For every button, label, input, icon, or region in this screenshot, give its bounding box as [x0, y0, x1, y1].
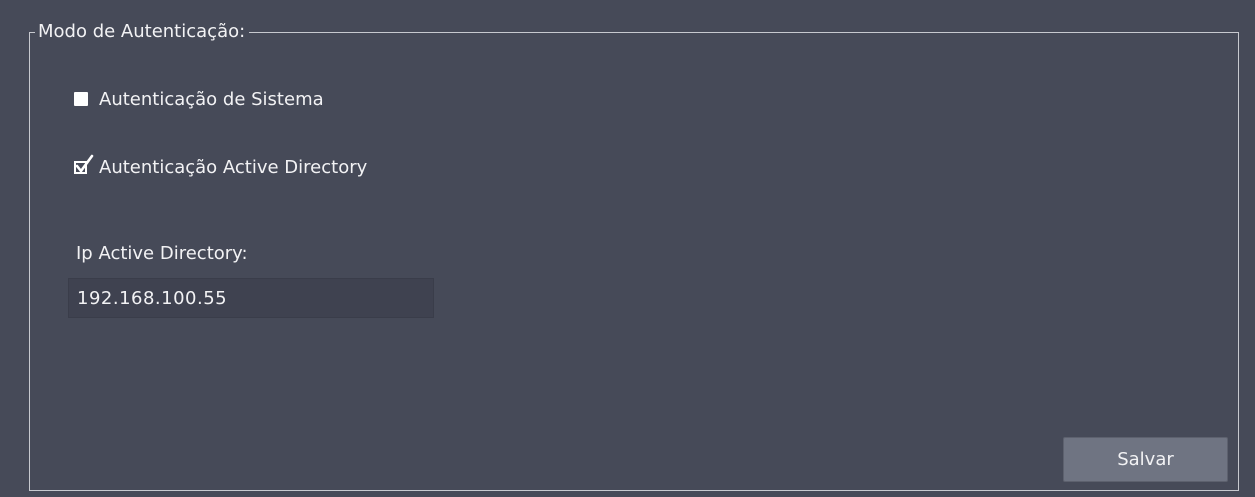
active-directory-auth-label[interactable]: Autenticação Active Directory — [99, 157, 367, 178]
save-button[interactable]: Salvar — [1063, 437, 1228, 482]
system-auth-checkbox[interactable]: Autenticação de Sistema — [68, 86, 324, 112]
ip-active-directory-input[interactable] — [68, 278, 434, 318]
checkbox-unchecked-icon[interactable] — [68, 86, 94, 112]
system-auth-label[interactable]: Autenticação de Sistema — [99, 89, 324, 110]
auth-settings-panel: Modo de Autenticação: Autenticação de Si… — [0, 0, 1255, 497]
auth-mode-title: Modo de Autenticação: — [35, 20, 250, 44]
ip-active-directory-label: Ip Active Directory: — [76, 243, 248, 264]
active-directory-auth-checkbox[interactable]: Autenticação Active Directory — [68, 154, 367, 180]
checkbox-checked-icon[interactable] — [68, 154, 94, 180]
